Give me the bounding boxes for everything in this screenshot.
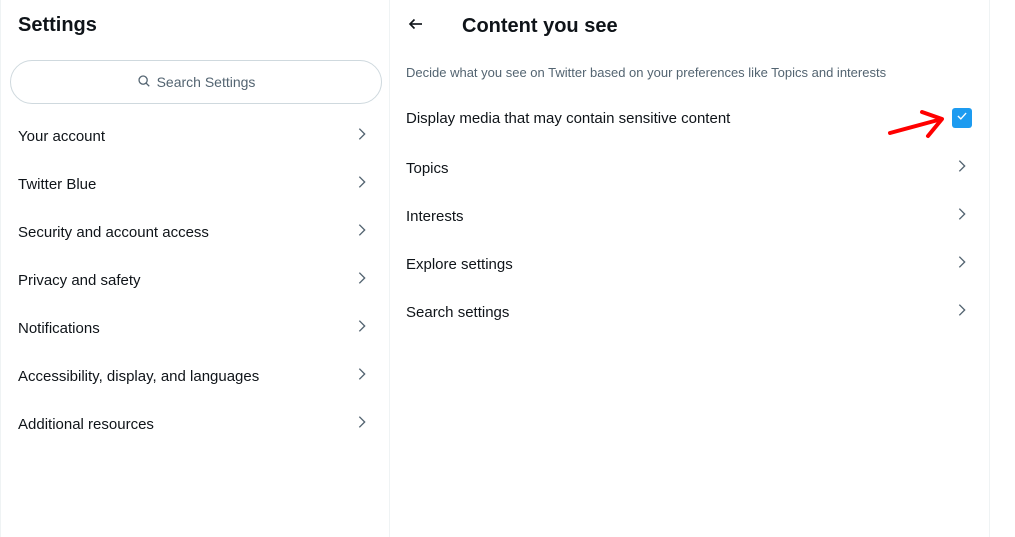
content-item-search-settings[interactable]: Search settings xyxy=(390,288,988,336)
search-placeholder: Search Settings xyxy=(156,74,256,90)
chevron-right-icon xyxy=(354,414,370,434)
content-item-label: Interests xyxy=(406,207,464,225)
sensitive-media-label: Display media that may contain sensitive… xyxy=(406,109,731,127)
chevron-right-icon xyxy=(354,270,370,290)
sidebar-item-security[interactable]: Security and account access xyxy=(1,208,390,256)
sidebar-item-your-account[interactable]: Your account xyxy=(1,112,390,160)
sidebar-item-label: Notifications xyxy=(18,319,100,337)
chevron-right-icon xyxy=(354,318,370,338)
chevron-right-icon xyxy=(354,222,370,242)
chevron-right-icon xyxy=(354,126,370,146)
search-settings-input[interactable]: Search Settings xyxy=(10,60,382,104)
chevron-right-icon xyxy=(954,158,970,178)
settings-page: Settings Search Settings Your account Tw… xyxy=(0,0,1015,537)
sidebar-item-notifications[interactable]: Notifications xyxy=(1,304,390,352)
sidebar-item-additional-resources[interactable]: Additional resources xyxy=(1,400,390,448)
chevron-right-icon xyxy=(354,366,370,386)
content-you-see-panel: Content you see Decide what you see on T… xyxy=(390,0,990,537)
sidebar-item-label: Your account xyxy=(18,127,106,145)
sidebar-item-privacy[interactable]: Privacy and safety xyxy=(1,256,390,304)
sidebar-item-label: Accessibility, display, and languages xyxy=(18,367,260,385)
sensitive-media-checkbox[interactable] xyxy=(952,108,972,128)
red-arrow-icon xyxy=(888,110,944,138)
chevron-right-icon xyxy=(354,174,370,194)
checkmark-icon xyxy=(955,109,969,127)
sidebar-item-label: Privacy and safety xyxy=(18,271,141,289)
sidebar-item-twitter-blue[interactable]: Twitter Blue xyxy=(1,160,390,208)
arrow-left-icon xyxy=(407,15,425,38)
content-item-topics[interactable]: Topics xyxy=(390,144,988,192)
sidebar-item-label: Additional resources xyxy=(18,415,154,433)
content-settings-list: Topics Interests Explore settings Search… xyxy=(390,144,988,336)
chevron-right-icon xyxy=(954,302,970,322)
sidebar-item-label: Security and account access xyxy=(18,223,209,241)
chevron-right-icon xyxy=(954,254,970,274)
content-item-label: Topics xyxy=(406,159,449,177)
content-item-explore-settings[interactable]: Explore settings xyxy=(390,240,988,288)
sidebar-item-label: Twitter Blue xyxy=(18,175,97,193)
content-item-label: Explore settings xyxy=(406,255,513,273)
settings-nav-list: Your account Twitter Blue Security and a… xyxy=(1,112,390,448)
chevron-right-icon xyxy=(954,206,970,226)
back-button[interactable] xyxy=(404,14,428,38)
content-item-interests[interactable]: Interests xyxy=(390,192,988,240)
page-title: Content you see xyxy=(462,15,618,37)
page-description: Decide what you see on Twitter based on … xyxy=(406,65,887,80)
settings-title: Settings xyxy=(18,14,97,36)
settings-sidebar: Settings Search Settings Your account Tw… xyxy=(0,0,390,537)
content-item-label: Search settings xyxy=(406,303,510,321)
sidebar-item-accessibility[interactable]: Accessibility, display, and languages xyxy=(1,352,390,400)
search-icon xyxy=(137,74,151,91)
